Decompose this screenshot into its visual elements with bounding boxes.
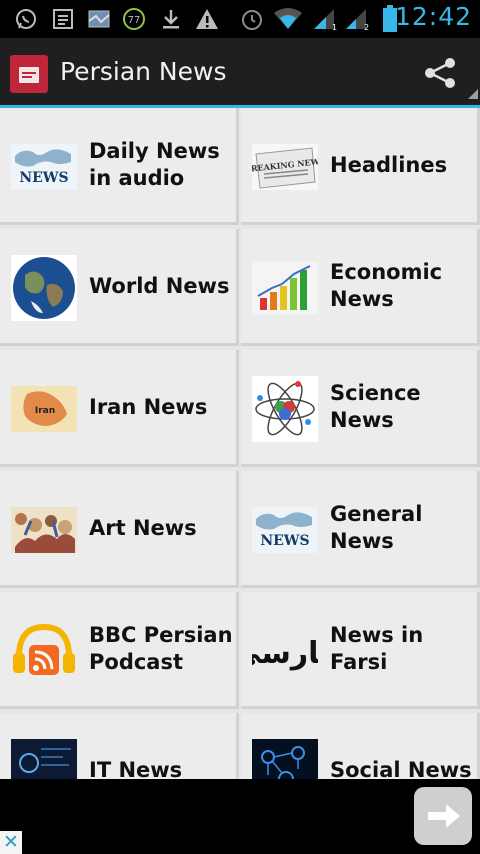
- tile-world-news[interactable]: World News: [0, 229, 239, 346]
- tile-label: Science News: [330, 381, 421, 432]
- share-icon[interactable]: [422, 56, 458, 90]
- tile-label: Headlines: [330, 152, 448, 177]
- wifi-icon: [274, 8, 302, 29]
- tile-it-news[interactable]: IT News: [0, 713, 239, 779]
- tile-label: General News: [330, 502, 423, 553]
- social-network-thumb: [252, 739, 318, 779]
- download-icon: [163, 10, 179, 29]
- app-title: Persian News: [60, 57, 227, 86]
- overflow-indicator: [468, 89, 478, 99]
- badge-count-icon: 77: [123, 8, 145, 30]
- action-bar: Persian News: [0, 38, 480, 108]
- tile-social-news[interactable]: Social News: [241, 713, 480, 779]
- news-world-map-thumb: NEWS: [11, 134, 77, 200]
- svg-text:2: 2: [364, 23, 369, 31]
- tile-label: Social News: [330, 757, 472, 780]
- alarm-icon: [242, 10, 262, 30]
- warning-icon: [196, 9, 218, 29]
- tile-iran-news[interactable]: Iran Iran News: [0, 350, 239, 467]
- tile-label: Iran News: [89, 394, 208, 419]
- app-logo-paper: [19, 67, 39, 83]
- tile-label: News in Farsi: [330, 623, 424, 674]
- svg-text:Iran: Iran: [35, 406, 55, 416]
- status-bar: 77 1 2 12:42: [0, 0, 480, 38]
- tile-label: World News: [89, 273, 230, 298]
- bar-chart-growth-thumb: [252, 255, 318, 321]
- tile-bbc-persian-podcast[interactable]: BBC Persian Podcast: [0, 592, 239, 709]
- tile-general-news[interactable]: NEWS General News: [241, 471, 480, 588]
- tile-art-news[interactable]: Art News: [0, 471, 239, 588]
- map-icon: [88, 10, 110, 28]
- atom-molecule-thumb: [252, 376, 318, 442]
- signal-1-icon: 1: [314, 9, 337, 31]
- tile-label: Art News: [89, 515, 197, 540]
- news-category-grid: NEWS Daily News in audio BREAKING NEWS H…: [0, 108, 480, 779]
- tile-news-in-farsi[interactable]: فارسی News in Farsi: [241, 592, 480, 709]
- ad-close-button[interactable]: ✕: [0, 831, 22, 854]
- tile-economic-news[interactable]: Economic News: [241, 229, 480, 346]
- tile-daily-news-audio[interactable]: NEWS Daily News in audio: [0, 108, 239, 225]
- svg-text:فارسی: فارسی: [252, 636, 318, 671]
- it-circuit-thumb: [11, 739, 77, 779]
- tile-headlines[interactable]: BREAKING NEWS Headlines: [241, 108, 480, 225]
- earth-globe-thumb: [11, 255, 77, 321]
- clock: 12:42: [394, 2, 472, 31]
- iran-map-thumb: Iran: [11, 376, 77, 442]
- tile-label: BBC Persian Podcast: [89, 623, 233, 674]
- notification-count: 77: [128, 15, 141, 26]
- arrow-right-icon: [428, 804, 460, 828]
- tile-label: IT News: [89, 757, 183, 780]
- art-crowd-thumb: [11, 497, 77, 563]
- app-logo[interactable]: [10, 55, 48, 93]
- svg-text:1: 1: [332, 23, 337, 31]
- ad-next-button[interactable]: [414, 787, 472, 845]
- podcast-headphones-thumb: [11, 618, 77, 684]
- tile-science-news[interactable]: Science News: [241, 350, 480, 467]
- whatsapp-icon: [16, 9, 36, 29]
- tile-label: Economic News: [330, 260, 443, 311]
- signal-2-icon: 2: [346, 9, 369, 31]
- news-world-map-thumb: NEWS: [252, 497, 318, 563]
- newspaper-headlines-thumb: BREAKING NEWS: [252, 134, 318, 200]
- messages-icon: [53, 9, 73, 29]
- ad-banner[interactable]: [0, 779, 480, 854]
- farsi-calligraphy-thumb: فارسی: [252, 618, 318, 684]
- tile-label: Daily News in audio: [89, 139, 220, 190]
- svg-text:NEWS: NEWS: [260, 533, 309, 549]
- svg-text:NEWS: NEWS: [19, 170, 68, 186]
